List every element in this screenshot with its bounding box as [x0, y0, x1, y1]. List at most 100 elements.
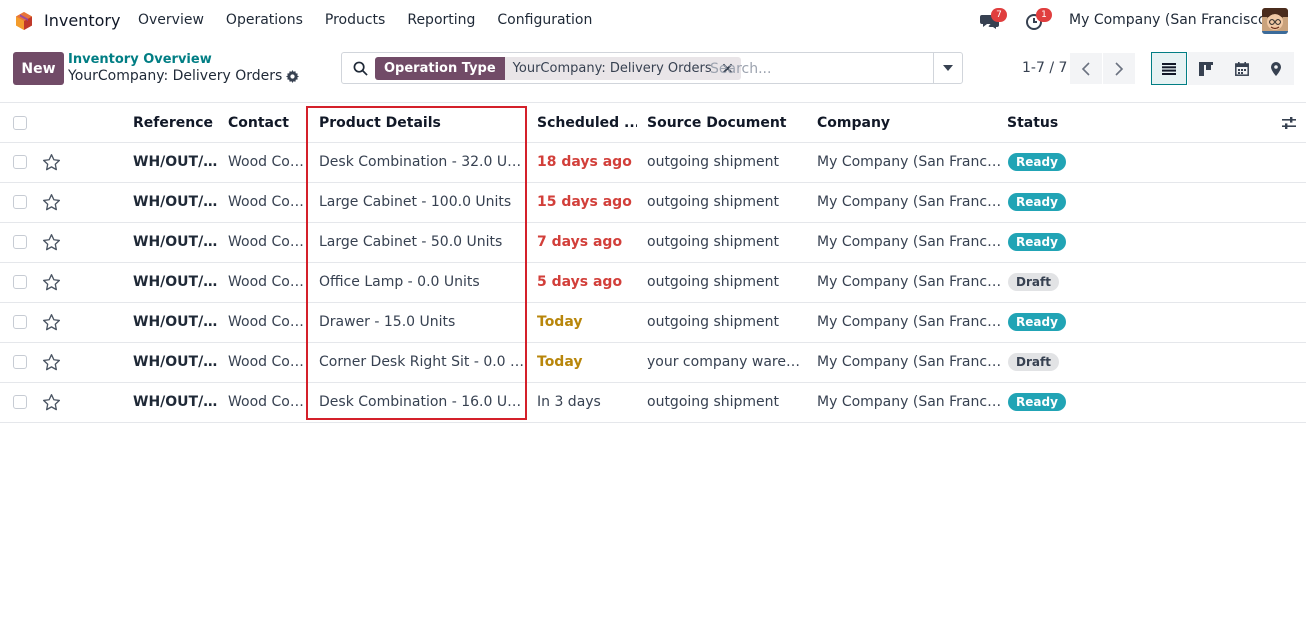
row-checkbox[interactable]	[13, 315, 27, 329]
status-badge: Ready	[1008, 233, 1066, 251]
cell-product-details: Desk Combination - 32.0 Units	[319, 154, 525, 170]
table-header: Reference Contact Product Details Schedu…	[0, 103, 1306, 143]
company-switcher[interactable]: My Company (San Francisco)	[1069, 12, 1272, 28]
column-reference[interactable]: Reference	[133, 115, 223, 131]
facet-value-text: YourCompany: Delivery Orders	[512, 61, 712, 76]
inventory-app-icon[interactable]	[14, 11, 34, 31]
row-checkbox[interactable]	[13, 355, 27, 369]
pager-previous-button[interactable]	[1070, 53, 1102, 84]
cell-product-details: Drawer - 15.0 Units	[319, 314, 456, 330]
caret-down-icon	[943, 65, 953, 71]
calendar-view-button[interactable]	[1224, 52, 1260, 85]
optional-columns-toggle-icon[interactable]	[1281, 115, 1297, 131]
chevron-right-icon	[1115, 61, 1124, 76]
table-row[interactable]: WH/OUT/0... Wood Cor... Corner Desk Righ…	[0, 343, 1306, 383]
top-navbar: Inventory Overview Operations Products R…	[0, 0, 1306, 42]
search-options-toggle[interactable]	[933, 53, 962, 83]
cell-company: My Company (San Francisco)	[817, 154, 1002, 170]
cell-source-document: outgoing shipment	[647, 394, 780, 410]
map-pin-icon	[1271, 61, 1281, 76]
star-icon[interactable]	[42, 393, 61, 412]
gear-icon[interactable]	[286, 69, 300, 83]
column-source-document[interactable]: Source Document	[647, 115, 807, 131]
cell-product-details: Office Lamp - 0.0 Units	[319, 274, 480, 290]
cell-company: My Company (San Francisco)	[817, 394, 1002, 410]
star-icon[interactable]	[42, 313, 61, 332]
search-icon[interactable]	[353, 61, 368, 76]
menu-products[interactable]: Products	[325, 12, 385, 28]
column-company[interactable]: Company	[817, 115, 997, 131]
breadcrumb-inventory-overview[interactable]: Inventory Overview	[68, 52, 212, 67]
user-avatar[interactable]	[1262, 8, 1288, 34]
cell-reference: WH/OUT/0...	[133, 194, 223, 210]
column-status[interactable]: Status	[1007, 115, 1107, 131]
status-badge: Draft	[1008, 353, 1059, 371]
table-row[interactable]: WH/OUT/0... Wood Cor... Large Cabinet - …	[0, 223, 1306, 263]
cell-contact: Wood Cor...	[228, 274, 305, 290]
kanban-icon	[1199, 61, 1213, 76]
map-view-button[interactable]	[1258, 52, 1294, 85]
app-name[interactable]: Inventory	[44, 11, 120, 30]
star-icon[interactable]	[42, 353, 61, 372]
star-icon[interactable]	[42, 233, 61, 252]
column-scheduled-date[interactable]: Scheduled ...	[537, 115, 637, 131]
cell-company: My Company (San Francisco)	[817, 234, 1002, 250]
column-contact[interactable]: Contact	[228, 115, 303, 131]
cell-scheduled-date: 5 days ago	[537, 274, 623, 290]
menu-reporting[interactable]: Reporting	[407, 12, 475, 28]
select-all-checkbox[interactable]	[13, 116, 27, 130]
cell-contact: Wood Cor...	[228, 154, 305, 170]
row-checkbox[interactable]	[13, 235, 27, 249]
table-row[interactable]: WH/OUT/0... Wood Cor... Large Cabinet - …	[0, 183, 1306, 223]
status-badge: Ready	[1008, 153, 1066, 171]
cell-reference: WH/OUT/0...	[133, 154, 223, 170]
new-button[interactable]: New	[13, 52, 64, 85]
star-icon[interactable]	[42, 153, 61, 172]
row-checkbox[interactable]	[13, 275, 27, 289]
row-checkbox[interactable]	[13, 155, 27, 169]
cell-source-document: outgoing shipment	[647, 314, 780, 330]
cell-source-document: your company wareho...	[647, 354, 805, 370]
cell-reference: WH/OUT/0...	[133, 234, 223, 250]
search-bar: Operation Type YourCompany: Delivery Ord…	[341, 52, 963, 84]
messages-count-badge: 7	[991, 8, 1007, 22]
menu-configuration[interactable]: Configuration	[497, 12, 592, 28]
status-badge: Ready	[1008, 193, 1066, 211]
table-row[interactable]: WH/OUT/0... Wood Cor... Office Lamp - 0.…	[0, 263, 1306, 303]
pager-value[interactable]: 1-7 / 7	[1022, 60, 1067, 76]
row-checkbox[interactable]	[13, 195, 27, 209]
cell-contact: Wood Cor...	[228, 234, 305, 250]
search-input[interactable]	[710, 58, 930, 80]
activities-count-badge: 1	[1036, 8, 1052, 22]
list-icon	[1162, 62, 1176, 75]
pager-next-button[interactable]	[1103, 53, 1135, 84]
facet-value: YourCompany: Delivery Orders	[504, 57, 741, 80]
cell-product-details: Desk Combination - 16.0 Units	[319, 394, 525, 410]
cell-scheduled-date: In 3 days	[537, 394, 601, 410]
row-checkbox[interactable]	[13, 395, 27, 409]
menu-overview[interactable]: Overview	[138, 12, 204, 28]
cell-source-document: outgoing shipment	[647, 274, 780, 290]
table-row[interactable]: WH/OUT/0... Wood Cor... Drawer - 15.0 Un…	[0, 303, 1306, 343]
column-product-details[interactable]: Product Details	[319, 115, 519, 131]
cell-product-details: Large Cabinet - 100.0 Units	[319, 194, 512, 210]
table-row[interactable]: WH/OUT/0... Wood Cor... Desk Combination…	[0, 383, 1306, 423]
table-row[interactable]: WH/OUT/0... Wood Cor... Desk Combination…	[0, 143, 1306, 183]
cell-scheduled-date: 18 days ago	[537, 154, 632, 170]
list-view-button[interactable]	[1151, 52, 1187, 85]
kanban-view-button[interactable]	[1188, 52, 1224, 85]
cell-company: My Company (San Francisco)	[817, 274, 1002, 290]
cell-reference: WH/OUT/0...	[133, 274, 223, 290]
breadcrumb-current-label: YourCompany: Delivery Orders	[68, 68, 283, 84]
star-icon[interactable]	[42, 273, 61, 292]
menu-operations[interactable]: Operations	[226, 12, 303, 28]
cell-company: My Company (San Francisco)	[817, 314, 1002, 330]
chevron-left-icon	[1081, 61, 1090, 76]
messages-button[interactable]: 7	[980, 8, 1007, 30]
table-body: WH/OUT/0... Wood Cor... Desk Combination…	[0, 143, 1306, 423]
cell-source-document: outgoing shipment	[647, 234, 780, 250]
star-icon[interactable]	[42, 193, 61, 212]
cell-contact: Wood Cor...	[228, 314, 305, 330]
activities-button[interactable]: 1	[1025, 8, 1052, 30]
search-facet: Operation Type YourCompany: Delivery Ord…	[375, 57, 741, 80]
